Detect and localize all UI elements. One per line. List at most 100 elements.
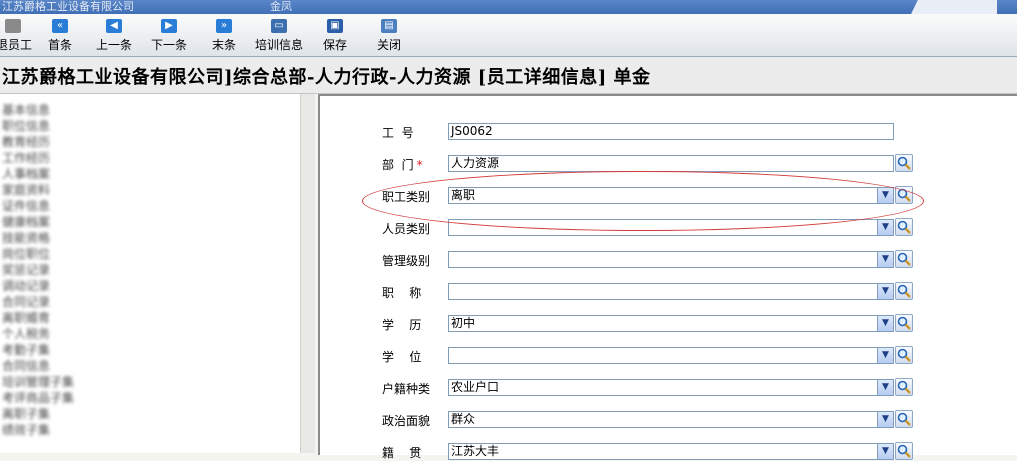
sidebar-item[interactable]: 离职子集 [2, 406, 50, 422]
chevron-down-icon[interactable]: ▼ [877, 220, 893, 235]
toolbar-label: 末条 [211, 38, 236, 52]
splitter[interactable] [300, 94, 315, 453]
last-record-button[interactable]: » 末条 [208, 16, 240, 54]
sidebar-item[interactable]: 考勤子集 [2, 342, 50, 358]
search-icon[interactable] [895, 378, 913, 396]
sidebar-item[interactable]: 人事档案 [2, 166, 50, 182]
sidebar-item[interactable]: 个人税务 [2, 326, 50, 342]
window-title: 江苏爵格工业设备有限公司 [2, 0, 134, 13]
field-label-text: 人员类别 [382, 222, 431, 236]
toolbar-label: 下一条 [150, 38, 187, 52]
next-record-button[interactable]: ▶ 下一条 [149, 16, 189, 54]
next-record-icon: ▶ [161, 19, 177, 33]
sidebar-item[interactable]: 调动记录 [2, 278, 50, 294]
field-label-text: 管理级别 [382, 254, 431, 268]
chevron-down-icon[interactable]: ▼ [877, 252, 893, 267]
sidebar-item[interactable]: 岗位职位 [2, 246, 50, 262]
field-input[interactable]: ▼ [448, 251, 894, 268]
sidebar-item[interactable]: 考评商品子集 [2, 390, 74, 406]
search-icon[interactable] [895, 250, 913, 268]
field-label-text: 户籍种类 [382, 382, 431, 396]
field-value: 初中 [451, 316, 476, 330]
chevron-down-icon[interactable]: ▼ [877, 284, 893, 299]
field-input[interactable]: JS0062 [448, 123, 894, 140]
person-icon [5, 19, 21, 33]
field-label: 部 门 * [382, 156, 423, 173]
search-icon[interactable] [895, 282, 913, 300]
chevron-down-icon[interactable]: ▼ [877, 348, 893, 363]
first-record-button[interactable]: « 首条 [42, 16, 78, 54]
sidebar-item[interactable]: 证件信息 [2, 198, 50, 214]
sidebar-item[interactable]: 教育经历 [2, 134, 50, 150]
sidebar-item[interactable]: 技能资格 [2, 230, 50, 246]
field-label: 学 位 [382, 348, 421, 365]
toolbar-button-employee[interactable]: 退员工 [0, 16, 33, 54]
field-input[interactable]: ▼ [448, 283, 894, 300]
field-label-text: 职工类别 [382, 190, 431, 204]
sidebar: 基本信息 职位信息 教育经历 工作经历 人事档案 家庭资料 证件信息 健康档案 技能资格 岗位职位… [0, 94, 300, 453]
search-icon[interactable] [895, 410, 913, 428]
field-value: 江苏大丰 [451, 444, 500, 458]
first-record-icon: « [52, 19, 68, 33]
chevron-down-icon[interactable]: ▼ [877, 188, 893, 203]
sidebar-item[interactable]: 离职婚育 [2, 310, 50, 326]
search-icon[interactable] [895, 314, 913, 332]
search-icon[interactable] [895, 154, 913, 172]
sidebar-item[interactable]: 绩效子集 [2, 422, 50, 438]
chevron-down-icon[interactable]: ▼ [877, 380, 893, 395]
field-label: 职工类别 [382, 188, 430, 205]
field-label-text: 籍 贯 [382, 446, 422, 460]
toolbar-label: 上一条 [95, 38, 132, 52]
field-label-text: 职 称 [382, 286, 422, 300]
training-info-button[interactable]: ▭ 培训信息 [252, 16, 306, 54]
search-icon[interactable] [895, 346, 913, 364]
window-title-suffix: 金凤 [270, 0, 292, 13]
field-value: 人力资源 [451, 156, 500, 170]
field-input[interactable]: 人力资源 [448, 155, 894, 172]
field-input[interactable]: 离职 ▼ [448, 187, 894, 204]
last-record-icon: » [216, 19, 232, 33]
sidebar-item[interactable]: 职位信息 [2, 118, 50, 134]
search-icon[interactable] [895, 218, 913, 236]
field-label: 政治面貌 [382, 412, 430, 429]
chevron-down-icon[interactable]: ▼ [877, 444, 893, 459]
field-label: 职 称 [382, 284, 421, 301]
save-button[interactable]: ▣ 保存 [320, 16, 350, 54]
close-button[interactable]: ▤ 关闭 [374, 16, 404, 54]
sidebar-item[interactable]: 家庭资料 [2, 182, 50, 198]
toolbar-label: 退员工 [0, 38, 33, 52]
search-icon[interactable] [895, 186, 913, 204]
search-icon[interactable] [895, 442, 913, 460]
field-input[interactable]: 群众 ▼ [448, 411, 894, 428]
sidebar-item[interactable]: 健康档案 [2, 214, 50, 230]
field-input[interactable]: 农业户口 ▼ [448, 379, 894, 396]
sidebar-item[interactable]: 奖惩记录 [2, 262, 50, 278]
field-label-text: 学 历 [382, 318, 422, 332]
previous-record-button[interactable]: ◀ 上一条 [94, 16, 134, 54]
save-icon: ▣ [327, 19, 343, 33]
toolbar-label: 培训信息 [254, 38, 303, 52]
field-label-text: 工 号 [382, 126, 414, 140]
detail-form: 工 号 JS0062 部 门 * 人力资源职工类别 离职 ▼ 人员类别 ▼ 管理级别 ▼ 职 称 ▼ 学 … [318, 94, 1017, 460]
chevron-down-icon[interactable]: ▼ [877, 316, 893, 331]
field-input[interactable]: ▼ [448, 219, 894, 236]
field-input[interactable]: 江苏大丰 ▼ [448, 443, 894, 460]
sidebar-item[interactable]: 培训管理子集 [2, 374, 74, 390]
field-input[interactable]: 初中 ▼ [448, 315, 894, 332]
sidebar-item[interactable]: 合同记录 [2, 294, 50, 310]
sidebar-item[interactable]: 基本信息 [2, 102, 50, 118]
field-label: 管理级别 [382, 252, 430, 269]
training-icon: ▭ [271, 19, 287, 33]
field-label-text: 部 门 [382, 158, 414, 172]
field-input[interactable]: ▼ [448, 347, 894, 364]
field-label: 户籍种类 [382, 380, 430, 397]
field-label-text: 学 位 [382, 350, 422, 364]
sidebar-item[interactable]: 合同信息 [2, 358, 50, 374]
window-titlebar: 江苏爵格工业设备有限公司 金凤 [0, 0, 1017, 14]
page-header: 江苏爵格工业设备有限公司]综合总部-人力行政-人力资源 [员工详细信息] 单金 [0, 57, 1017, 94]
field-label: 学 历 [382, 316, 421, 333]
field-value: 农业户口 [451, 380, 500, 394]
chevron-down-icon[interactable]: ▼ [877, 412, 893, 427]
field-value: JS0062 [451, 124, 493, 138]
sidebar-item[interactable]: 工作经历 [2, 150, 50, 166]
